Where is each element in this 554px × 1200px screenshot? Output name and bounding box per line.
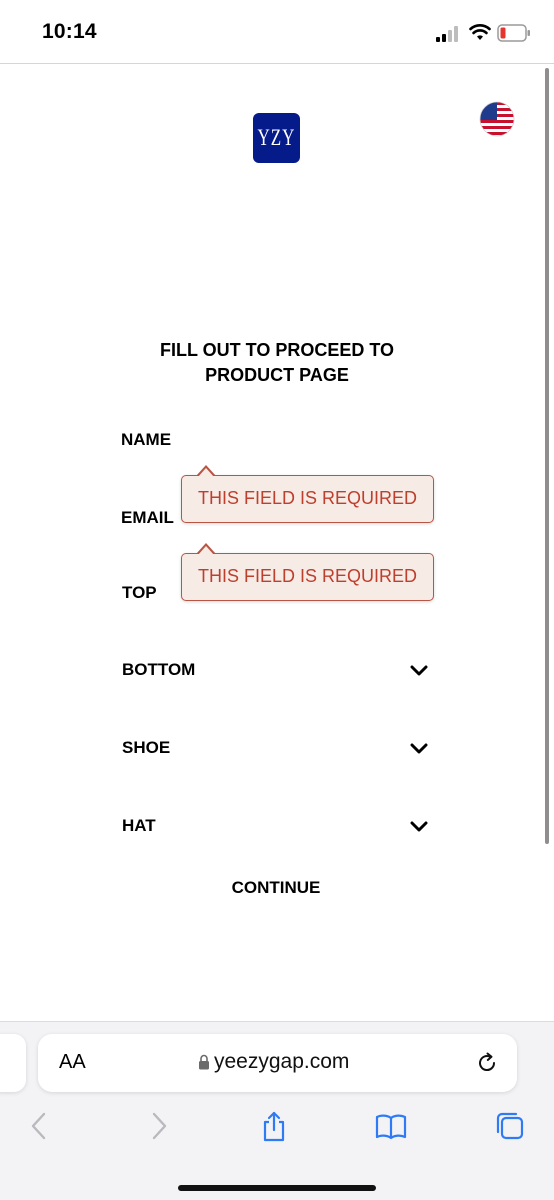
reader-text-size-button[interactable]: AA: [59, 1051, 86, 1074]
shoe-select-label[interactable]: SHOE: [122, 738, 170, 758]
forward-chevron-icon[interactable]: [142, 1110, 174, 1142]
status-bar: 10:14: [0, 0, 554, 64]
us-flag-icon[interactable]: [479, 101, 515, 137]
tabs-icon[interactable]: [494, 1110, 526, 1142]
bottom-select-label[interactable]: BOTTOM: [122, 660, 195, 680]
reload-icon[interactable]: [475, 1051, 499, 1075]
share-icon[interactable]: [258, 1110, 290, 1142]
bookmarks-book-icon[interactable]: [375, 1110, 407, 1142]
cellular-signal-icon: [436, 26, 458, 42]
name-field-label[interactable]: NAME: [121, 430, 171, 450]
wifi-icon: [469, 24, 491, 40]
form-title: FILL OUT TO PROCEED TO PRODUCT PAGE: [159, 340, 395, 385]
hat-select-label[interactable]: HAT: [122, 816, 156, 836]
shoe-chevron-down-icon[interactable]: [410, 743, 428, 755]
email-field-label[interactable]: EMAIL: [121, 508, 174, 528]
status-time: 10:14: [42, 20, 97, 43]
battery-low-icon: [497, 24, 530, 42]
page-scrollbar[interactable]: [545, 68, 549, 844]
hat-chevron-down-icon[interactable]: [410, 821, 428, 833]
logo-text: YZY: [257, 124, 296, 151]
name-required-error: THIS FIELD IS REQUIRED: [181, 465, 434, 523]
previous-tab-preview[interactable]: [0, 1034, 26, 1092]
top-select-label[interactable]: TOP: [122, 583, 157, 603]
bottom-chevron-down-icon[interactable]: [410, 665, 428, 677]
browser-bottom-bar: AA yeezygap.com: [0, 1021, 554, 1200]
aa-label: AA: [59, 1051, 86, 1073]
back-chevron-icon[interactable]: [24, 1110, 56, 1142]
yzy-logo[interactable]: YZY: [253, 113, 300, 163]
address-bar[interactable]: AA yeezygap.com: [38, 1034, 517, 1092]
home-indicator[interactable]: [178, 1185, 376, 1191]
url-text: yeezygap.com: [214, 1050, 350, 1073]
continue-button[interactable]: CONTINUE: [196, 874, 356, 902]
email-required-error: THIS FIELD IS REQUIRED: [181, 543, 434, 601]
lock-icon: [199, 1054, 209, 1070]
